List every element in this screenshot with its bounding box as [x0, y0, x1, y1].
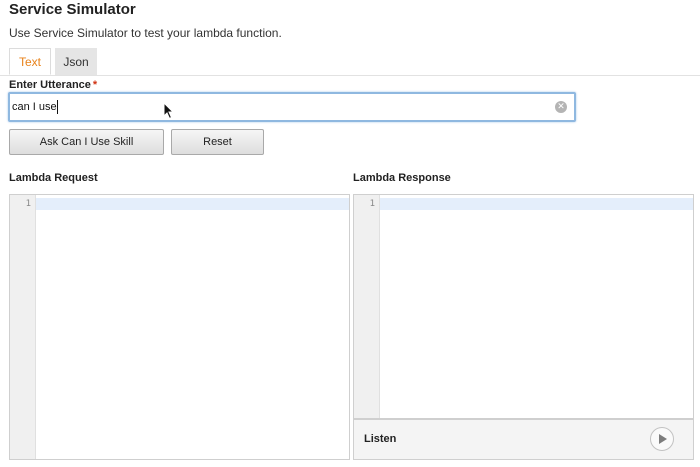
- lambda-request-editor[interactable]: 1: [9, 194, 350, 460]
- mouse-cursor-icon: [163, 102, 175, 120]
- utterance-input[interactable]: [8, 92, 576, 122]
- listen-label: Listen: [364, 433, 397, 445]
- line-number: 1: [369, 199, 375, 209]
- text-caret: [57, 100, 58, 114]
- required-marker: *: [92, 79, 98, 91]
- play-icon: [659, 434, 667, 444]
- ask-skill-button[interactable]: Ask Can I Use Skill: [9, 129, 164, 155]
- lambda-request-label: Lambda Request: [9, 172, 98, 184]
- lambda-response-label: Lambda Response: [353, 172, 451, 184]
- tabs-divider: [0, 75, 700, 76]
- tab-json[interactable]: Json: [55, 48, 97, 75]
- utterance-label-text: Enter Utterance: [9, 79, 91, 91]
- editor-gutter: 1: [354, 195, 380, 418]
- editor-gutter: 1: [10, 195, 36, 459]
- tab-text[interactable]: Text: [9, 48, 51, 75]
- page-title: Service Simulator: [9, 1, 136, 18]
- clear-icon[interactable]: ✕: [555, 101, 567, 113]
- page-subtitle: Use Service Simulator to test your lambd…: [9, 26, 282, 40]
- line-number: 1: [25, 199, 31, 209]
- listen-bar: Listen: [353, 419, 694, 460]
- active-line-highlight: [36, 198, 349, 210]
- lambda-response-editor[interactable]: 1: [353, 194, 694, 419]
- reset-button[interactable]: Reset: [171, 129, 264, 155]
- play-button[interactable]: [650, 427, 674, 451]
- active-line-highlight: [380, 198, 693, 210]
- utterance-label: Enter Utterance *: [9, 79, 97, 91]
